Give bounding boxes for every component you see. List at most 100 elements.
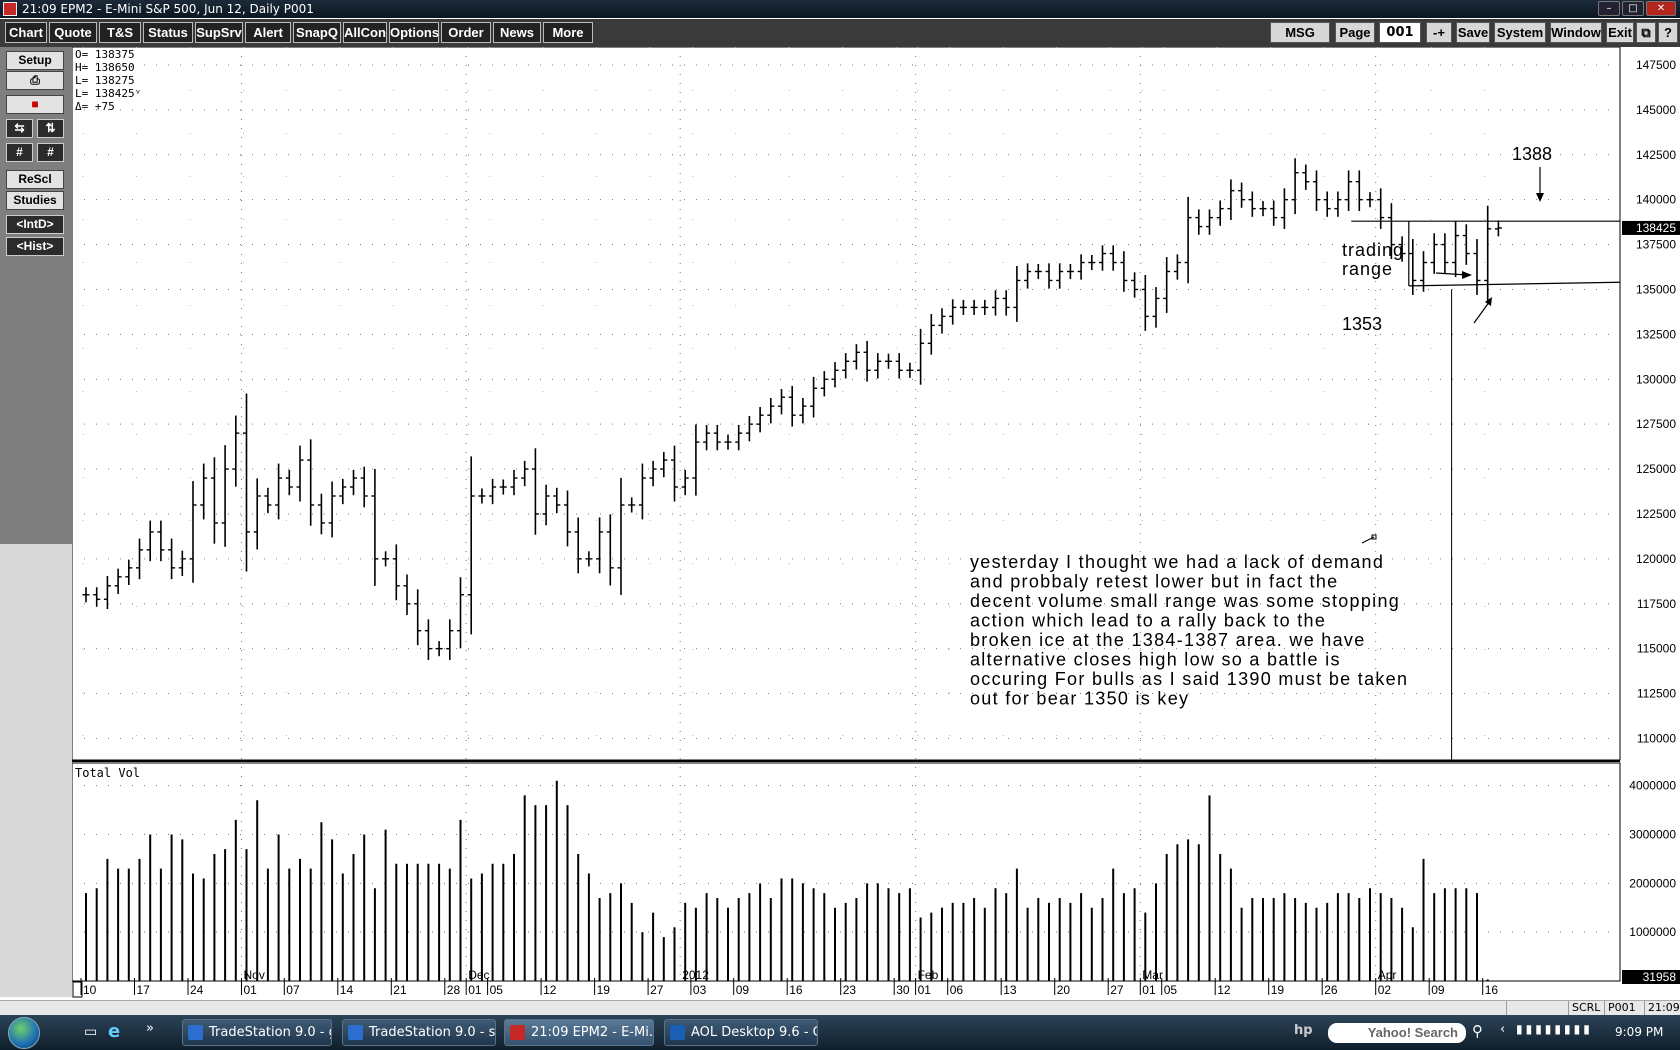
status-time: 21:09 bbox=[1644, 1001, 1680, 1016]
maximize-icon[interactable]: □ bbox=[1622, 1, 1644, 16]
date-tick-label: 16 bbox=[1485, 983, 1499, 997]
toolbar-chart-button[interactable]: Chart bbox=[5, 22, 47, 43]
print-button[interactable]: ⎙ bbox=[6, 71, 64, 90]
toolbar-alert-button[interactable]: Alert bbox=[245, 22, 291, 43]
chart-sidebar: Setup ⎙ ■ ⇆ ⇅ # # ReScl Studies <IntD> <… bbox=[0, 47, 72, 997]
date-tick-label: 07 bbox=[286, 983, 300, 997]
grid-icon: # bbox=[16, 145, 23, 159]
date-tick-label: 27 bbox=[1110, 983, 1124, 997]
date-tick-label: 02 bbox=[1378, 983, 1392, 997]
task-tradestation-2[interactable]: TradeStation 9.0 - s... bbox=[342, 1019, 496, 1046]
price-volume-chart[interactable]: 110000 112500 115000 117500 120000 122500 1250… bbox=[72, 47, 1680, 1000]
date-tick-label: 10 bbox=[83, 983, 97, 997]
date-tick-label: 19 bbox=[597, 983, 611, 997]
price-tick-label: 127500 bbox=[1636, 417, 1676, 431]
date-tick-label: 24 bbox=[190, 983, 204, 997]
horizontal-arrows-icon: ⇆ bbox=[14, 121, 25, 135]
toolbar-order-button[interactable]: Order bbox=[441, 22, 491, 43]
price-tick-label: 135000 bbox=[1636, 282, 1676, 296]
zoom-vertical-button[interactable]: ⇅ bbox=[37, 119, 64, 138]
task-tradestation-1[interactable]: TradeStation 9.0 - g... bbox=[182, 1019, 332, 1046]
setup-button[interactable]: Setup bbox=[6, 51, 64, 70]
commentary-line: out for bear 1350 is key bbox=[970, 689, 1189, 709]
main-toolbar: Chart Quote T&S Status SupSrv Alert SnapQ AllCo… bbox=[0, 19, 1680, 59]
start-button[interactable] bbox=[8, 1017, 40, 1049]
grid-horizontal-button[interactable]: # bbox=[6, 143, 33, 162]
toolbar-window-button[interactable]: Window bbox=[1550, 22, 1602, 43]
price-tick-label: 132500 bbox=[1636, 327, 1676, 341]
intraday-button[interactable]: <IntD> bbox=[6, 215, 64, 234]
hp-icon[interactable]: hp bbox=[1294, 1023, 1313, 1038]
msg-center-button[interactable]: MSG Cntr bbox=[1270, 22, 1330, 59]
chart-window-icon bbox=[510, 1025, 525, 1040]
commentary-line: occuring For bulls as I said 1390 must b… bbox=[970, 669, 1408, 689]
toolbar-news-button[interactable]: News bbox=[493, 22, 541, 43]
internet-explorer-icon[interactable]: e bbox=[108, 1021, 120, 1042]
chart-tool-button[interactable]: ■ bbox=[6, 95, 64, 114]
date-tick-label: 17 bbox=[137, 983, 151, 997]
close-icon[interactable]: ✕ bbox=[1646, 1, 1676, 16]
ohlc-readout-line: Δ= +75 bbox=[75, 100, 115, 113]
toolbar-allcon-button[interactable]: AllCon bbox=[343, 22, 387, 43]
minimize-icon[interactable]: – bbox=[1598, 1, 1620, 16]
volume-tick-label: 4000000 bbox=[1629, 779, 1676, 793]
date-tick-label: 26 bbox=[1324, 983, 1338, 997]
studies-button[interactable]: Studies bbox=[6, 191, 64, 210]
toolbar-system-button[interactable]: System bbox=[1494, 22, 1546, 43]
month-label: Apr bbox=[1378, 968, 1397, 982]
price-tick-label: 147500 bbox=[1636, 58, 1676, 72]
price-tick-label: 112500 bbox=[1637, 687, 1676, 701]
zoom-horizontal-button[interactable]: ⇆ bbox=[6, 119, 33, 138]
date-tick-label: 21 bbox=[393, 983, 407, 997]
grid-icon: # bbox=[47, 145, 54, 159]
tray-expand-icon[interactable]: ‹ bbox=[1500, 1022, 1505, 1037]
price-tick-label: 130000 bbox=[1636, 372, 1676, 386]
window-titlebar: 21:09 EPM2 - E-Mini S&P 500, Jun 12, Dai… bbox=[0, 0, 1680, 18]
toolbar-quote-button[interactable]: Quote bbox=[49, 22, 97, 43]
rescale-button[interactable]: ReScl bbox=[6, 170, 64, 189]
commentary-line: alternative closes high low so a battle … bbox=[970, 650, 1341, 670]
history-button[interactable]: <Hist> bbox=[6, 237, 64, 256]
tray-icons[interactable]: ▮▮▮▮▮▮▮▮ bbox=[1516, 1022, 1593, 1036]
window-title: 21:09 EPM2 - E-Mini S&P 500, Jun 12, Dai… bbox=[22, 2, 314, 16]
page-number-input[interactable]: 001 bbox=[1379, 22, 1421, 43]
toolbar-exit-button[interactable]: Exit bbox=[1606, 22, 1634, 43]
yahoo-search-box[interactable]: Yahoo! Search bbox=[1328, 1023, 1466, 1043]
toolbar-save-button[interactable]: Save bbox=[1456, 22, 1490, 43]
month-label: Mar bbox=[1142, 968, 1163, 982]
price-pane bbox=[72, 47, 1621, 761]
search-icon[interactable]: ⚲ bbox=[1472, 1022, 1483, 1040]
grid-vertical-button[interactable]: # bbox=[37, 143, 64, 162]
desktop-icon[interactable]: ▭ bbox=[84, 1024, 97, 1040]
toolbar-more-button[interactable]: More bbox=[543, 22, 593, 43]
toolbar-ts-button[interactable]: T&S bbox=[99, 22, 141, 43]
page-label[interactable]: Page bbox=[1335, 22, 1375, 43]
tradestation-app-icon bbox=[3, 2, 17, 16]
task-aol-desktop[interactable]: AOL Desktop 9.6 - C... bbox=[664, 1019, 818, 1046]
date-tick-label: 01 bbox=[918, 983, 932, 997]
price-tick-label: 120000 bbox=[1636, 552, 1676, 566]
price-tick-label: 125000 bbox=[1636, 462, 1676, 476]
page-arrow-button[interactable]: -+ bbox=[1426, 22, 1452, 43]
tradestation-icon bbox=[348, 1025, 363, 1040]
task-chart-window[interactable]: 21:09 EPM2 - E-Mi... bbox=[504, 1019, 654, 1046]
date-tick-label: 01 bbox=[468, 983, 482, 997]
status-empty-cell bbox=[1506, 1001, 1568, 1016]
status-page: P001 bbox=[1604, 1001, 1644, 1016]
help-icon[interactable]: ? bbox=[1658, 22, 1678, 43]
status-scrl: SCRL bbox=[1568, 1001, 1604, 1016]
toolbar-supsrv-button[interactable]: SupSrv bbox=[195, 22, 243, 43]
date-tick-label: 09 bbox=[1431, 983, 1445, 997]
toolbar-options-button[interactable]: Options bbox=[389, 22, 439, 43]
chart-style-icon: ■ bbox=[31, 97, 39, 111]
quicklaunch-more-icon[interactable]: » bbox=[146, 1021, 154, 1036]
annotation-range: range bbox=[1342, 259, 1393, 279]
date-tick-label: 30 bbox=[896, 983, 910, 997]
ohlc-readout-line: H= 138650 bbox=[75, 61, 135, 74]
ohlc-readout-line: L= 138275 bbox=[75, 74, 135, 87]
date-tick-label: 16 bbox=[789, 983, 803, 997]
commentary-line: and probbaly retest lower but in fact th… bbox=[970, 572, 1338, 592]
toolbar-status-button[interactable]: Status bbox=[143, 22, 193, 43]
restore-window-icon[interactable]: ⧉ bbox=[1636, 22, 1656, 43]
toolbar-snapq-button[interactable]: SnapQ bbox=[293, 22, 341, 43]
